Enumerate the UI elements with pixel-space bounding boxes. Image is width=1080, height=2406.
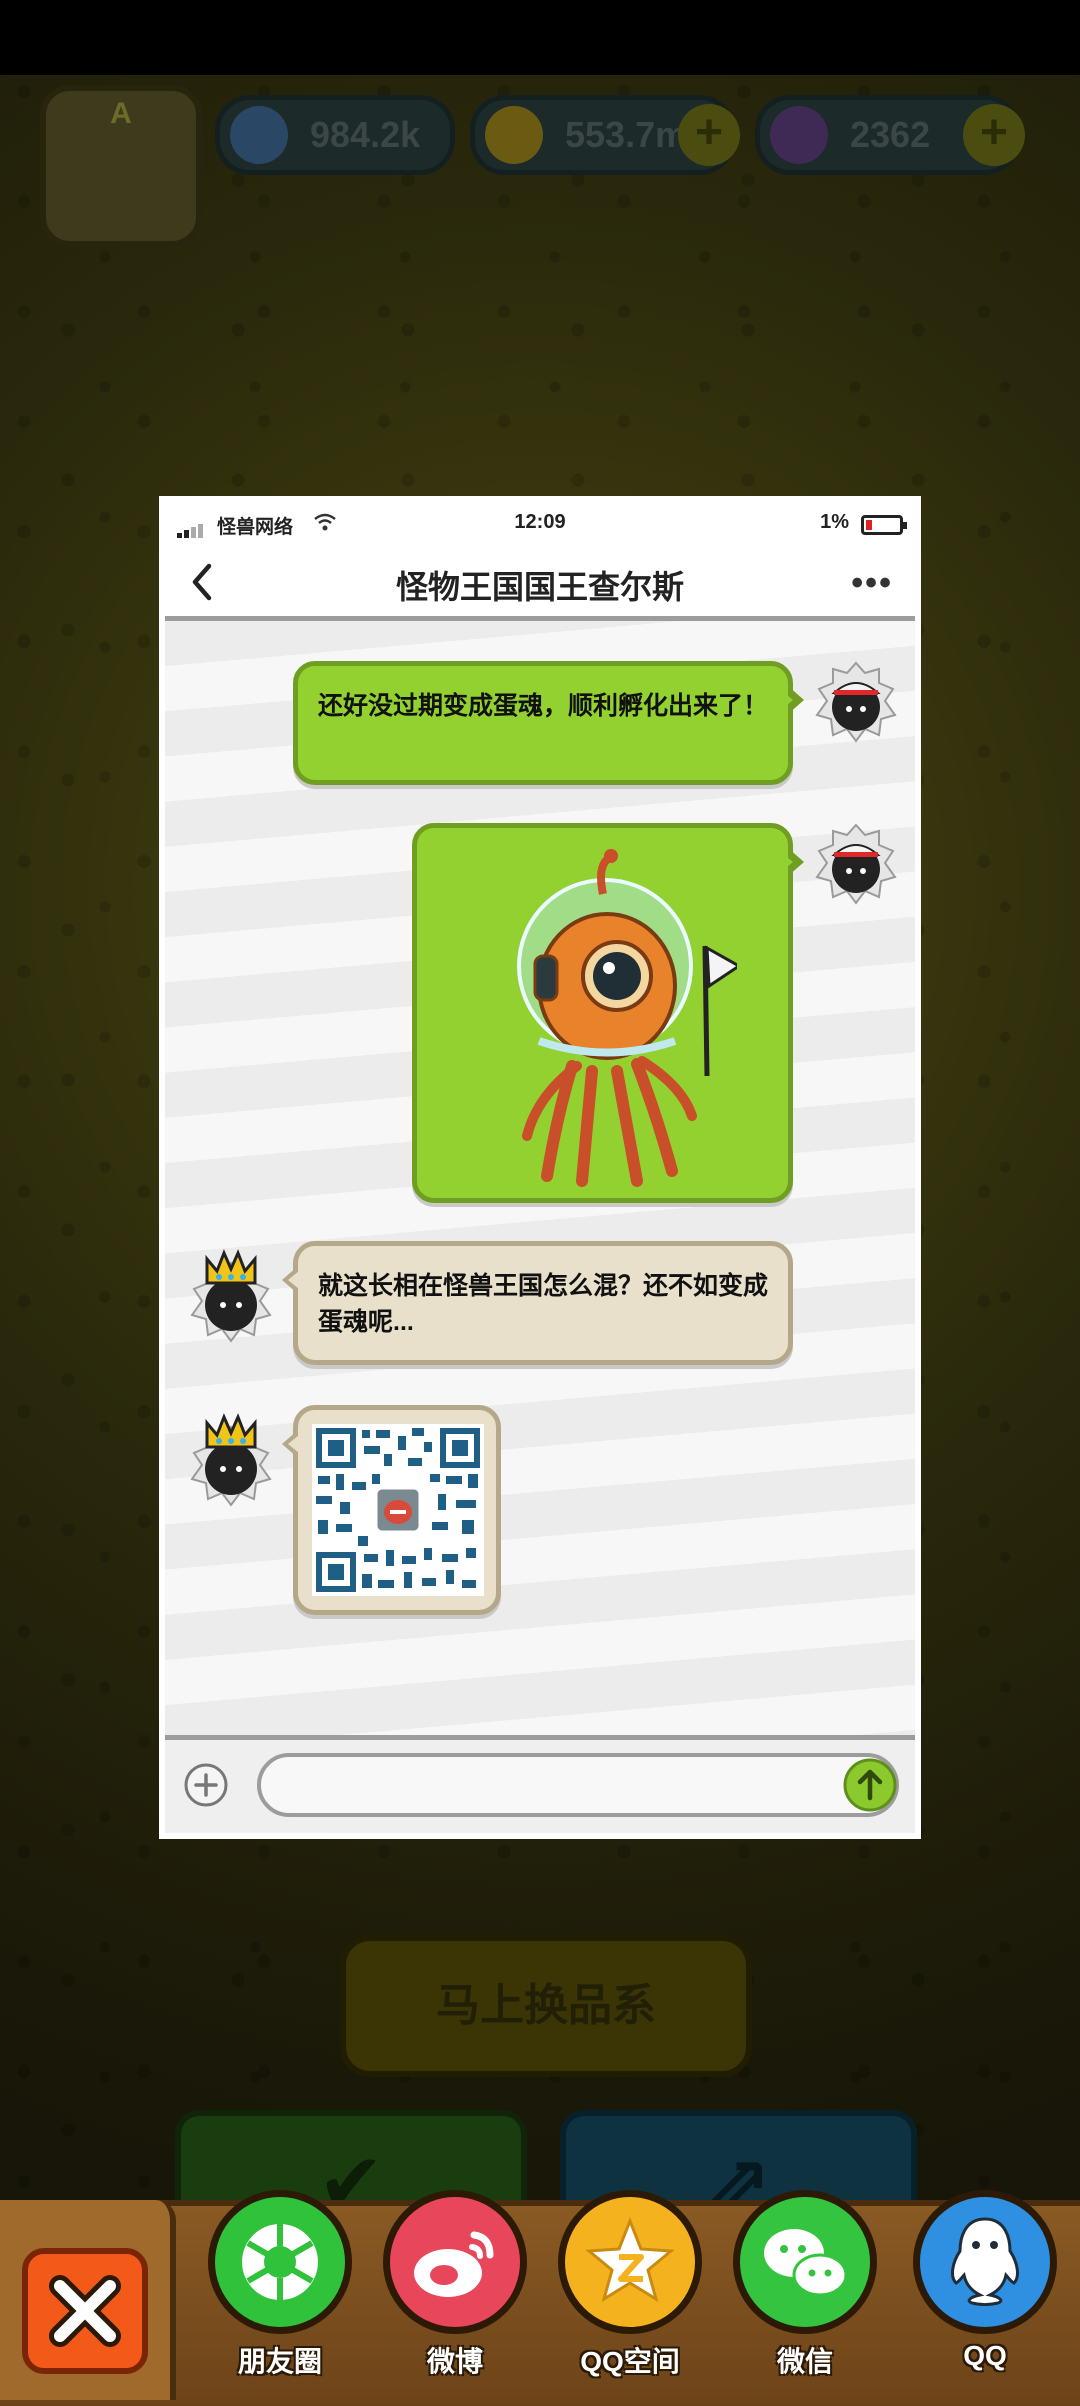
qr-code-image: [312, 1424, 484, 1596]
bubble-tail: [782, 848, 804, 876]
chat-title: 怪物王国国王查尔斯: [395, 569, 684, 605]
potion-icon: [770, 106, 828, 164]
message-input[interactable]: [257, 1753, 899, 1817]
clock: 12:09: [514, 511, 566, 533]
status-bar: 怪兽网络 12:09 1%: [165, 502, 915, 550]
egg-counter: 984.2k: [215, 95, 455, 175]
bubble-tail: [282, 1266, 299, 1294]
share-weibo[interactable]: 微博: [380, 2190, 530, 2400]
king-avatar[interactable]: [183, 1403, 279, 1513]
top-hud: A 984.2k 553.7m + 2362 +: [0, 75, 1080, 247]
coin-icon: [485, 106, 543, 164]
wechat-icon: [733, 2190, 877, 2334]
coin-counter: 553.7m +: [470, 95, 740, 175]
share-label: 微信: [776, 2346, 833, 2377]
chat-messages: 还好没过期变成蛋魂，顺利孵化出来了！ 就这长相在怪兽王国怎么混？还不如变成蛋魂呢…: [165, 616, 915, 1740]
change-breed-button[interactable]: 马上换品系: [340, 1935, 752, 2077]
share-wechat[interactable]: 微信: [730, 2190, 880, 2400]
chat-nav-bar: 怪物王国国王查尔斯 •••: [165, 550, 915, 616]
more-options-icon[interactable]: •••: [851, 564, 893, 603]
message-text: 就这长相在怪兽王国怎么混？还不如变成蛋魂呢...: [318, 1272, 769, 1336]
battery-icon: [861, 515, 907, 535]
egg-icon: [230, 106, 288, 164]
weibo-icon: [383, 2190, 527, 2334]
self-avatar[interactable]: [813, 659, 899, 745]
qzone-icon: [558, 2190, 702, 2334]
chat-input-bar: [165, 1740, 915, 1833]
moments-icon: [208, 2190, 352, 2334]
chat-phone-popup: 怪兽网络 12:09 1% 怪物王国国王查尔斯 ••• 还好没过期变成蛋魂，顺利…: [159, 496, 921, 1839]
coin-count: 553.7m: [565, 114, 688, 155]
king-avatar[interactable]: [183, 1239, 279, 1349]
share-qq[interactable]: QQ: [910, 2190, 1060, 2400]
monster-image: [517, 849, 737, 1187]
close-button[interactable]: [22, 2248, 148, 2374]
battery-percent: 1%: [820, 511, 849, 533]
rank-badge: A: [40, 85, 202, 247]
potion-counter: 2362 +: [755, 95, 1025, 175]
share-label: 朋友圈: [237, 2346, 322, 2377]
bubble-tail: [782, 686, 804, 714]
share-label: QQ空间: [580, 2346, 680, 2377]
self-avatar[interactable]: [813, 821, 899, 907]
message-text: 还好没过期变成蛋魂，顺利孵化出来了！: [318, 692, 769, 720]
qq-icon: [913, 2190, 1057, 2334]
share-qzone[interactable]: QQ空间: [555, 2190, 705, 2400]
send-icon[interactable]: [843, 1758, 897, 1812]
bubble-tail: [282, 1430, 299, 1458]
message-bubble-self: 还好没过期变成蛋魂，顺利孵化出来了！: [293, 661, 804, 785]
close-icon: [49, 2275, 121, 2347]
share-label: QQ: [963, 2340, 1007, 2371]
add-potions-button[interactable]: +: [963, 104, 1025, 166]
share-label: 微博: [426, 2346, 483, 2377]
rank-letter: A: [110, 97, 132, 130]
add-icon[interactable]: [183, 1762, 229, 1808]
add-coins-button[interactable]: +: [678, 104, 740, 166]
share-moments[interactable]: 朋友圈: [205, 2190, 355, 2400]
message-bubble-self-image[interactable]: [412, 823, 804, 1203]
egg-count: 984.2k: [310, 114, 421, 155]
message-bubble-king-qr[interactable]: [282, 1405, 501, 1615]
message-bubble-king: 就这长相在怪兽王国怎么混？还不如变成蛋魂呢...: [282, 1241, 793, 1365]
potion-count: 2362: [850, 114, 931, 155]
